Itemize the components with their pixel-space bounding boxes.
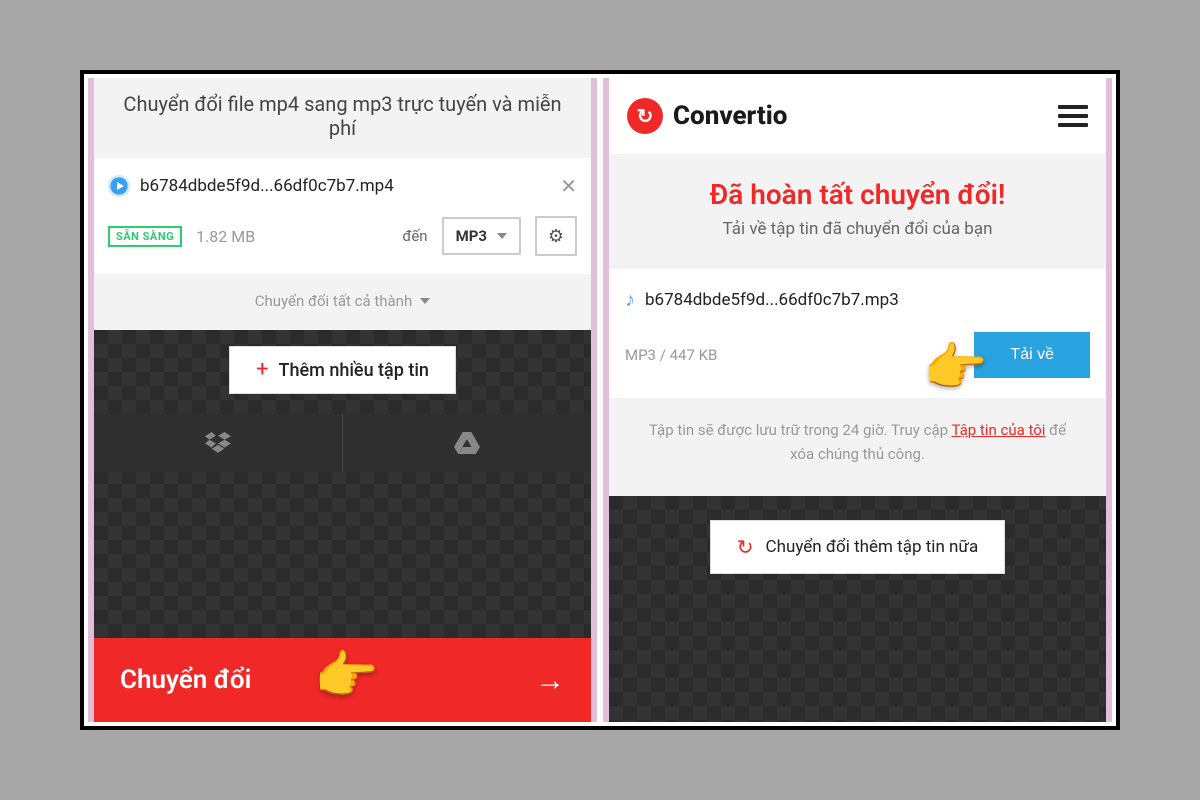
- source-filename: b6784dbde5f9d...66df0c7b7.mp4: [140, 176, 550, 196]
- phone-after: ↻ Convertio Đã hoàn tất chuyển đổi! Tải …: [603, 78, 1112, 722]
- app-header: ↻ Convertio: [609, 78, 1106, 154]
- my-files-link[interactable]: Tập tin của tôi: [951, 421, 1045, 439]
- output-format-info: MP3 / 447 KB: [625, 346, 717, 364]
- output-file-card: ♪ b6784dbde5f9d...66df0c7b7.mp3 MP3 / 44…: [609, 269, 1106, 398]
- hamburger-icon: [1058, 105, 1088, 109]
- cloud-source-row: [94, 414, 591, 472]
- phone-before: Chuyển đổi file mp4 sang mp3 trực tuyến …: [88, 78, 597, 722]
- drop-zone[interactable]: + Thêm nhiều tập tin Chuyển đổi → 👉: [94, 330, 591, 722]
- dropbox-button[interactable]: [94, 414, 342, 472]
- page-subtitle: Chuyển đổi file mp4 sang mp3 trực tuyến …: [94, 78, 591, 158]
- convert-more-label: Chuyển đổi thêm tập tin nữa: [766, 537, 979, 557]
- download-button[interactable]: Tải về: [974, 332, 1090, 378]
- chevron-down-icon: [497, 233, 507, 239]
- convert-all-label: Chuyển đổi tất cả thành: [255, 292, 412, 310]
- storage-notice: Tập tin sẽ được lưu trữ trong 24 giờ. Tr…: [609, 398, 1106, 496]
- gear-icon: ⚙: [548, 226, 564, 247]
- convert-button[interactable]: Chuyển đổi →: [94, 638, 591, 722]
- chevron-down-icon: [420, 298, 430, 304]
- target-format-select[interactable]: MP3: [442, 217, 521, 255]
- menu-button[interactable]: [1058, 100, 1088, 132]
- output-filename: b6784dbde5f9d...66df0c7b7.mp3: [645, 290, 1090, 310]
- google-drive-button[interactable]: [342, 414, 591, 472]
- target-format-value: MP3: [456, 227, 487, 245]
- done-title: Đã hoàn tất chuyển đổi!: [627, 178, 1088, 211]
- plus-icon: +: [256, 359, 268, 381]
- play-icon[interactable]: [108, 175, 130, 197]
- completion-hero: Đã hoàn tất chuyển đổi! Tải về tập tin đ…: [609, 154, 1106, 269]
- convert-label: Chuyển đổi: [120, 665, 251, 695]
- brand[interactable]: ↻ Convertio: [627, 98, 787, 134]
- file-size: 1.82 MB: [196, 227, 255, 246]
- tutorial-comparison-frame: Chuyển đổi file mp4 sang mp3 trực tuyến …: [80, 70, 1120, 730]
- refresh-icon: ↻: [737, 535, 754, 559]
- notice-text-pre: Tập tin sẽ được lưu trữ trong 24 giờ. Tr…: [649, 421, 952, 439]
- add-files-label: Thêm nhiều tập tin: [279, 360, 429, 381]
- convert-all-dropdown[interactable]: Chuyển đổi tất cả thành: [94, 274, 591, 330]
- brand-name: Convertio: [673, 101, 787, 131]
- to-label: đến: [402, 227, 427, 245]
- remove-file-icon[interactable]: ✕: [560, 174, 577, 198]
- music-note-icon: ♪: [625, 287, 635, 312]
- convertio-logo-icon: ↻: [627, 98, 663, 134]
- arrow-right-icon: →: [535, 663, 565, 698]
- settings-button[interactable]: ⚙: [535, 216, 577, 256]
- source-file-card: b6784dbde5f9d...66df0c7b7.mp4 ✕ SẴN SÀNG…: [94, 158, 591, 274]
- dropbox-icon: [205, 432, 231, 454]
- more-zone: ↻ Chuyển đổi thêm tập tin nữa: [609, 496, 1106, 722]
- google-drive-icon: [454, 432, 480, 454]
- status-badge: SẴN SÀNG: [108, 226, 182, 247]
- add-files-button[interactable]: + Thêm nhiều tập tin: [229, 346, 456, 394]
- done-subtitle: Tải về tập tin đã chuyển đổi của bạn: [627, 219, 1088, 239]
- convert-more-button[interactable]: ↻ Chuyển đổi thêm tập tin nữa: [710, 520, 1005, 574]
